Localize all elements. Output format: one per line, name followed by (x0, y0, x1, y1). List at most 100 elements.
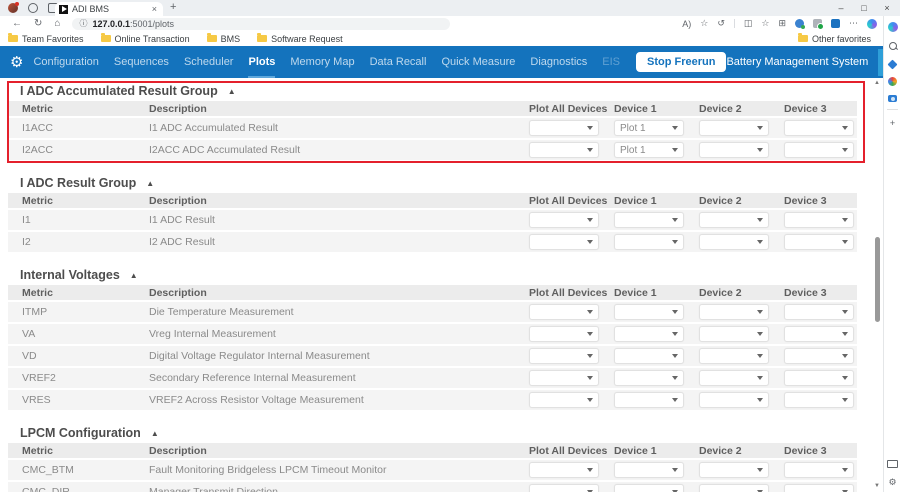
back-icon[interactable]: ← (12, 18, 22, 29)
favorites-icon[interactable]: ☆ (761, 18, 769, 29)
device-1-select[interactable] (614, 392, 684, 408)
settings-gear-icon[interactable]: ⚙ (10, 55, 23, 70)
nav-item-eis[interactable]: EIS (602, 46, 620, 78)
device-1-select[interactable] (614, 484, 684, 492)
device-1-select[interactable] (614, 348, 684, 364)
web-capture-icon[interactable] (887, 93, 898, 104)
favorite-folder[interactable]: BMS (207, 34, 241, 44)
device-2-select[interactable] (699, 304, 769, 320)
collapse-arrow-icon[interactable]: ▲ (151, 429, 159, 438)
collapse-arrow-icon[interactable]: ▲ (228, 87, 236, 96)
new-tab-button[interactable]: + (170, 1, 176, 13)
favorite-folder[interactable]: Software Request (257, 34, 343, 44)
plot-all-devices-select[interactable] (529, 326, 599, 342)
split-screen-icon[interactable]: ◫ (744, 18, 753, 29)
browser-essentials-icon[interactable] (795, 19, 804, 28)
nav-item-quick-measure[interactable]: Quick Measure (441, 46, 515, 78)
device-3-select[interactable] (784, 484, 854, 492)
collections-icon[interactable]: ⊞ (778, 18, 786, 29)
add-favorite-icon[interactable]: ☆ (700, 18, 708, 29)
device-1-select[interactable] (614, 370, 684, 386)
device-2-select[interactable] (699, 348, 769, 364)
device-2-select[interactable] (699, 484, 769, 492)
page-info-icon[interactable]: ⓘ (79, 18, 87, 29)
collapse-arrow-icon[interactable]: ▲ (130, 271, 138, 280)
search-icon[interactable] (887, 40, 898, 51)
sidebar-copilot-icon[interactable] (887, 21, 898, 32)
device-1-select[interactable]: Plot 1 (614, 142, 684, 158)
history-icon[interactable]: ↺ (717, 18, 725, 29)
device-2-select[interactable] (699, 120, 769, 136)
device-2-select[interactable] (699, 234, 769, 250)
collapse-arrow-icon[interactable]: ▲ (146, 179, 154, 188)
scroll-up-icon[interactable]: ▲ (874, 80, 880, 86)
plot-all-devices-select[interactable] (529, 370, 599, 386)
close-button[interactable]: × (882, 3, 892, 13)
nav-item-diagnostics[interactable]: Diagnostics (530, 46, 587, 78)
maximize-button[interactable]: □ (859, 3, 869, 13)
device-2-select[interactable] (699, 142, 769, 158)
other-favorites[interactable]: Other favorites (812, 34, 871, 44)
m365-icon[interactable] (887, 76, 898, 87)
favorite-folder[interactable]: Online Transaction (101, 34, 190, 44)
device-3-select[interactable] (784, 348, 854, 364)
nav-item-scheduler[interactable]: Scheduler (184, 46, 234, 78)
device-1-select[interactable] (614, 234, 684, 250)
tab-close-icon[interactable]: × (150, 4, 159, 14)
section-header[interactable]: I ADC Result Group ▲ (8, 176, 857, 190)
plot-all-devices-select[interactable] (529, 212, 599, 228)
device-3-select[interactable] (784, 120, 854, 136)
favorite-folder[interactable]: Team Favorites (8, 34, 84, 44)
nav-item-sequences[interactable]: Sequences (114, 46, 169, 78)
device-1-select[interactable] (614, 326, 684, 342)
plot-all-devices-select[interactable] (529, 120, 599, 136)
scrollbar-thumb[interactable] (875, 237, 880, 322)
stop-freerun-button[interactable]: Stop Freerun (636, 52, 726, 72)
device-2-select[interactable] (699, 326, 769, 342)
device-3-select[interactable] (784, 326, 854, 342)
nav-item-data-recall[interactable]: Data Recall (370, 46, 427, 78)
device-3-select[interactable] (784, 392, 854, 408)
copilot-icon[interactable] (867, 19, 877, 29)
device-3-select[interactable] (784, 370, 854, 386)
browser-tools-icon[interactable] (887, 458, 898, 469)
home-icon[interactable]: ⌂ (54, 18, 60, 29)
shopping-icon[interactable] (887, 59, 898, 70)
extension-icon[interactable] (831, 19, 840, 28)
scroll-down-icon[interactable]: ▼ (874, 483, 880, 489)
nav-item-memory-map[interactable]: Memory Map (290, 46, 354, 78)
device-2-select[interactable] (699, 462, 769, 478)
nav-item-configuration[interactable]: Configuration (33, 46, 98, 78)
nav-item-plots[interactable]: Plots (248, 46, 275, 78)
section-header[interactable]: Internal Voltages ▲ (8, 268, 857, 282)
section-header[interactable]: LPCM Configuration ▲ (8, 426, 857, 440)
plot-all-devices-select[interactable] (529, 234, 599, 250)
more-menu-icon[interactable]: ⋯ (849, 18, 858, 29)
device-3-select[interactable] (784, 304, 854, 320)
refresh-icon[interactable]: ↻ (34, 18, 42, 29)
plot-all-devices-select[interactable] (529, 462, 599, 478)
plot-all-devices-select[interactable] (529, 392, 599, 408)
device-3-select[interactable] (784, 462, 854, 478)
device-2-select[interactable] (699, 392, 769, 408)
browser-tab[interactable]: ADI BMS × (55, 2, 163, 16)
minimize-button[interactable]: – (836, 3, 846, 13)
add-sidebar-item-button[interactable]: + (887, 117, 898, 128)
plot-all-devices-select[interactable] (529, 348, 599, 364)
url-field[interactable]: ⓘ 127.0.0.1 :5001/plots (72, 18, 450, 30)
device-3-select[interactable] (784, 234, 854, 250)
device-1-select[interactable]: Plot 1 (614, 120, 684, 136)
plot-all-devices-select[interactable] (529, 304, 599, 320)
section-header[interactable]: I ADC Accumulated Result Group ▲ (8, 84, 857, 98)
password-extension-icon[interactable] (813, 19, 822, 28)
device-1-select[interactable] (614, 212, 684, 228)
device-1-select[interactable] (614, 304, 684, 320)
device-1-select[interactable] (614, 462, 684, 478)
device-2-select[interactable] (699, 370, 769, 386)
device-3-select[interactable] (784, 142, 854, 158)
device-2-select[interactable] (699, 212, 769, 228)
device-3-select[interactable] (784, 212, 854, 228)
plot-all-devices-select[interactable] (529, 484, 599, 492)
plot-all-devices-select[interactable] (529, 142, 599, 158)
profile-avatar[interactable] (8, 3, 18, 13)
